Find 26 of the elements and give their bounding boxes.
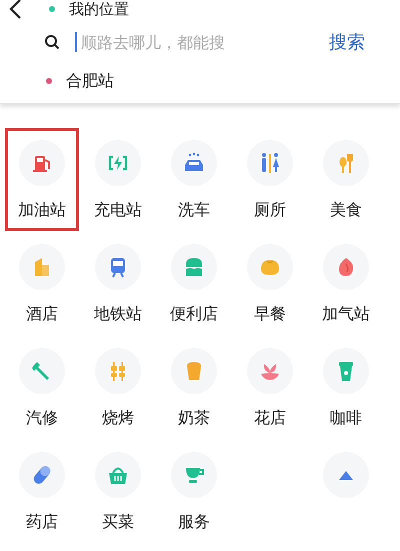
category-item[interactable]: 地铁站 [81,232,155,335]
category-item[interactable]: 洗车 [157,128,231,231]
category-item[interactable]: 厕所 [233,128,307,231]
destination-dot [46,78,52,84]
category-item[interactable]: 花店 [233,336,307,439]
category-item[interactable]: 咖啡 [309,336,383,439]
category-item[interactable]: 便利店 [157,232,231,335]
search-icon [44,34,60,50]
category-item[interactable]: 加气站 [309,232,383,335]
category-item[interactable]: 早餐 [233,232,307,335]
category-item[interactable]: 酒店 [5,232,79,335]
category-item[interactable]: 药店 [5,440,79,543]
category-item[interactable]: 美食 [309,128,383,231]
category-item[interactable]: 加油站 [5,128,79,231]
origin-label[interactable]: 我的位置 [69,0,129,18]
destination-label[interactable]: 合肥站 [66,70,114,92]
origin-dot [49,6,55,12]
category-item[interactable]: 奶茶 [157,336,231,439]
category-item[interactable]: 买菜 [81,440,155,543]
category-item[interactable]: 充电站 [81,128,155,231]
collapse-arrow-icon[interactable] [339,470,353,480]
category-item[interactable]: 服务 [157,440,231,543]
category-item[interactable]: 汽修 [5,336,79,439]
search-button[interactable]: 搜索 [325,28,369,56]
category-item[interactable]: 烧烤 [81,336,155,439]
back-icon[interactable] [8,0,22,20]
